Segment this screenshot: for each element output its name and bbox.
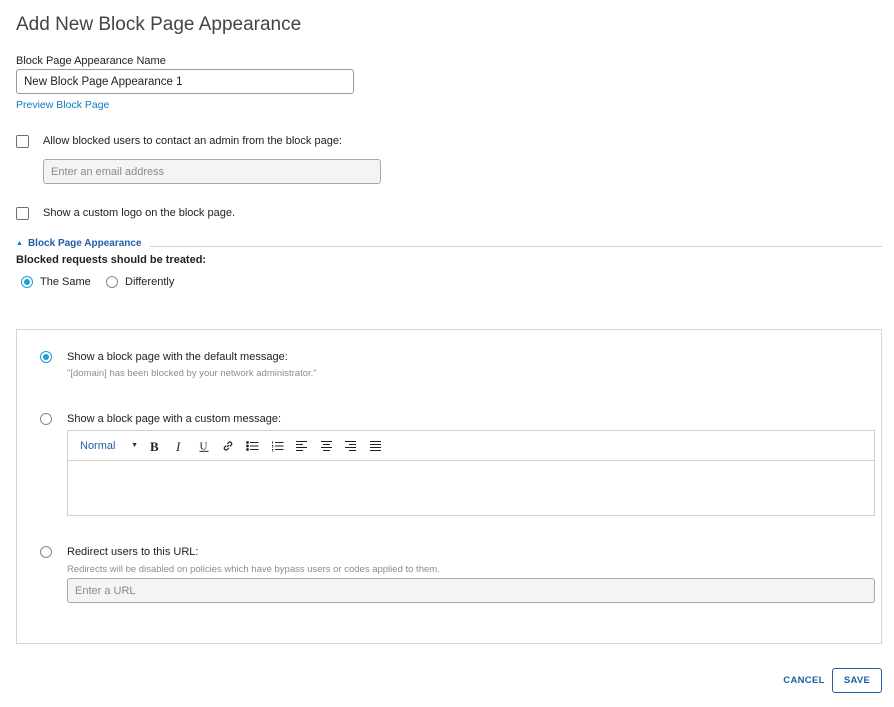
- svg-text:B: B: [150, 440, 159, 452]
- treat-differently-label: Differently: [125, 276, 175, 288]
- redirect-url-input[interactable]: [67, 578, 875, 603]
- format-dropdown[interactable]: Normal ▼: [80, 440, 138, 452]
- format-value: Normal: [80, 439, 116, 452]
- treat-same-label: The Same: [40, 276, 91, 288]
- treatment-label: Blocked requests should be treated:: [16, 254, 207, 266]
- underline-icon[interactable]: U: [196, 438, 212, 454]
- bullet-list-icon[interactable]: [245, 438, 261, 454]
- contact-admin-checkbox[interactable]: [16, 135, 29, 148]
- treat-same-radio[interactable]: [21, 276, 33, 288]
- appearance-name-input[interactable]: [16, 69, 354, 94]
- cancel-button[interactable]: CANCEL: [778, 668, 830, 693]
- collapse-triangle-icon: ▲: [16, 240, 23, 247]
- custom-logo-label: Show a custom logo on the block page.: [43, 207, 236, 219]
- section-title: Block Page Appearance: [27, 238, 142, 249]
- caret-down-icon: ▼: [131, 442, 138, 449]
- default-message-label: Show a block page with the default messa…: [67, 351, 288, 363]
- page-title: Add New Block Page Appearance: [16, 14, 302, 35]
- italic-icon[interactable]: I: [171, 438, 187, 454]
- svg-text:I: I: [175, 440, 181, 452]
- block-page-appearance-toggle[interactable]: ▲ Block Page Appearance: [16, 238, 142, 249]
- align-center-icon[interactable]: [318, 438, 334, 454]
- redirect-url-radio[interactable]: [40, 546, 52, 558]
- treat-differently-radio[interactable]: [106, 276, 118, 288]
- align-justify-icon[interactable]: [367, 438, 383, 454]
- section-divider: [150, 246, 882, 247]
- redirect-helper: Redirects will be disabled on policies w…: [67, 564, 440, 575]
- save-button[interactable]: SAVE: [832, 668, 882, 693]
- default-message-helper: "[domain] has been blocked by your netwo…: [67, 368, 317, 379]
- bold-icon[interactable]: B: [147, 438, 163, 454]
- link-icon[interactable]: [220, 438, 236, 454]
- custom-message-radio[interactable]: [40, 413, 52, 425]
- editor-content-area[interactable]: [68, 461, 874, 515]
- rich-text-editor: Normal ▼ B I U: [67, 430, 875, 516]
- editor-toolbar: Normal ▼ B I U: [68, 431, 874, 461]
- redirect-url-label: Redirect users to this URL:: [67, 546, 199, 558]
- align-left-icon[interactable]: [294, 438, 310, 454]
- default-message-radio[interactable]: [40, 351, 52, 363]
- align-right-icon[interactable]: [343, 438, 359, 454]
- appearance-name-label: Block Page Appearance Name: [16, 55, 166, 67]
- custom-logo-checkbox[interactable]: [16, 207, 29, 220]
- preview-block-page-link[interactable]: Preview Block Page: [16, 99, 109, 111]
- admin-email-input[interactable]: [43, 159, 381, 184]
- custom-message-label: Show a block page with a custom message:: [67, 413, 282, 425]
- svg-text:U: U: [199, 440, 207, 452]
- contact-admin-label: Allow blocked users to contact an admin …: [43, 135, 342, 147]
- numbered-list-icon[interactable]: [269, 438, 285, 454]
